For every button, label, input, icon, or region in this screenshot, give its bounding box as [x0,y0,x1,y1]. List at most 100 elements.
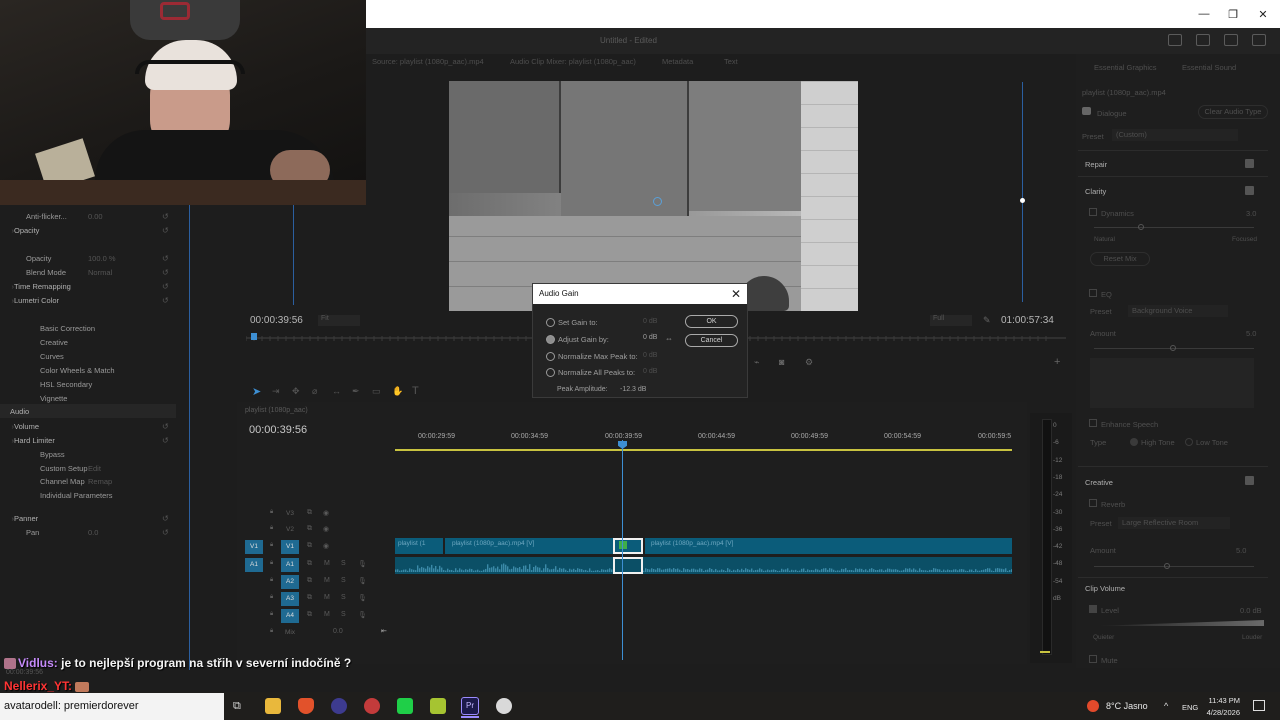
cancel-button[interactable]: Cancel [685,334,738,347]
lock-icon[interactable]: 🔒︎ [270,542,273,549]
minimize-button[interactable]: — [1189,0,1219,28]
reset-icon[interactable]: ↺ [162,282,169,291]
track-header-v2[interactable]: 🔒︎ V2 ⧉ ◉ [245,523,395,538]
lock-icon[interactable]: 🔒︎ [270,594,273,601]
monitor-playhead[interactable] [251,333,257,340]
effect-value[interactable]: Edit [88,464,101,473]
eq-preset-dropdown[interactable]: Background Voice [1128,305,1228,317]
effect-row[interactable]: Vignette [0,391,180,405]
selected-audio-clip[interactable] [613,557,643,574]
adjust-gain-value[interactable]: 0 dB [643,334,657,341]
track-target[interactable]: V1 [281,540,299,554]
chevron-up-icon[interactable]: ^ [1164,701,1168,711]
tab-source[interactable]: Source: playlist (1080p_aac).mp4 [372,57,484,66]
reset-icon[interactable]: ↺ [162,296,169,305]
reset-icon[interactable]: ↺ [162,514,169,523]
file-explorer-icon[interactable] [265,698,281,714]
fullscreen-icon[interactable] [1252,34,1266,46]
rectangle-icon[interactable]: ▭ [372,386,381,397]
track-target[interactable]: A4 [281,609,299,623]
mic-icon[interactable]: 🎙︎ [358,611,367,619]
reset-icon[interactable]: ↺ [162,268,169,277]
sync-lock-icon[interactable]: ⧉ [307,611,312,619]
language-indicator[interactable]: ENG [1182,703,1198,712]
eq-checkbox[interactable] [1089,289,1097,297]
add-button-icon[interactable]: + [1054,356,1060,368]
reverb-slider[interactable] [1094,566,1254,567]
timeline-timecode[interactable]: 00:00:39:56 [249,424,307,436]
track-header-v1[interactable]: V1 🔒︎ V1 ⧉ ◉ [245,540,395,555]
pen-icon[interactable]: ✒ [352,386,360,397]
mic-icon[interactable]: 🎙︎ [358,594,367,602]
app-icon[interactable] [430,698,446,714]
hand-icon[interactable]: ✋ [392,386,403,397]
eq-slider-knob[interactable] [1170,345,1176,351]
level-checkbox[interactable] [1089,605,1097,613]
brave-icon[interactable] [298,698,314,714]
source-patch[interactable]: A1 [245,558,263,572]
reset-icon[interactable]: ↺ [162,212,169,221]
effect-row[interactable]: › Opacity ↺ [0,223,180,237]
weather-text[interactable]: 8°C Jasno [1106,701,1148,711]
clip-label[interactable]: playlist (1080p_aac).mp4 [V] [651,540,733,547]
creative-checkbox[interactable] [1245,476,1254,485]
reset-button[interactable]: Reset Mix [1090,252,1150,266]
tab-metadata[interactable]: Metadata [662,57,693,66]
razor-icon[interactable]: ⌀ [312,386,317,397]
reverb-checkbox[interactable] [1089,499,1097,507]
mute-checkbox[interactable] [1089,655,1097,663]
high-tone-radio[interactable] [1130,438,1138,446]
track-target[interactable]: A2 [281,575,299,589]
effect-row[interactable]: Color Wheels & Match [0,363,180,377]
effect-row[interactable]: › Time Remapping ↺ [0,279,180,293]
effect-row[interactable]: › Panner ↺ [0,511,180,525]
clip-label[interactable]: playlist (1080p_aac).mp4 [V] [452,540,534,547]
close-button[interactable]: ✕ [1248,0,1278,28]
sync-lock-icon[interactable]: ⧉ [307,560,312,568]
reset-icon[interactable]: ↺ [162,226,169,235]
low-tone-radio[interactable] [1185,438,1193,446]
sync-lock-icon[interactable]: ⧉ [307,542,312,550]
ripple-icon[interactable]: ✥ [292,386,300,397]
option-normalize-max[interactable]: Normalize Max Peak to: [546,350,638,362]
radio-set-gain[interactable] [546,317,555,327]
mute-track-icon[interactable]: M [324,560,330,567]
mute-track-icon[interactable]: M [324,594,330,601]
dialog-close-icon[interactable]: ✕ [731,287,741,301]
option-normalize-all[interactable]: Normalize All Peaks to: [546,366,635,378]
lock-icon[interactable]: 🔒︎ [270,560,273,567]
track-target[interactable]: A1 [281,558,299,572]
preset-dropdown[interactable]: (Custom) [1112,129,1238,141]
reset-icon[interactable]: ↺ [162,422,169,431]
effect-row[interactable]: Opacity 100.0 % ↺ [0,251,180,265]
eye-icon[interactable]: ◉ [323,509,329,517]
repair-checkbox[interactable] [1245,159,1254,168]
fit-dropdown[interactable]: Fit [318,315,360,326]
eye-icon[interactable]: ◉ [323,542,329,550]
track-header-a2[interactable]: 🔒︎ A2 ⧉ M S 🎙︎ [245,575,395,590]
track-header-v3[interactable]: 🔒︎ V3 ⧉ ◉ [245,507,395,522]
radio-adjust-gain[interactable] [546,334,555,344]
lock-icon[interactable]: 🔒︎ [270,611,273,618]
effect-row[interactable]: Anti-flicker... 0.00 ↺ [0,209,180,223]
effect-value[interactable]: 0.0 [88,528,98,537]
slip-icon[interactable]: ↔ [332,386,341,396]
track-header-a4[interactable]: 🔒︎ A4 ⧉ M S 🎙︎ [245,609,395,624]
paint-icon[interactable] [496,698,512,714]
effect-row[interactable]: Creative [0,335,180,349]
camera-icon[interactable]: ◙ [779,357,784,367]
track-target[interactable]: Mix [281,626,299,640]
dynamics-slider-knob[interactable] [1138,224,1144,230]
go-to-end-icon[interactable]: ⇤ [381,627,387,635]
effect-row[interactable]: Blend Mode Normal ↺ [0,265,180,279]
track-target[interactable]: V2 [281,523,299,537]
effect-value[interactable]: 100.0 % [88,254,116,263]
export-frame-icon[interactable]: ⌁ [754,357,759,368]
reset-icon[interactable]: ↺ [162,254,169,263]
effect-row[interactable]: Pan 0.0 ↺ [0,525,180,539]
task-view-icon[interactable]: ⧉ [233,700,241,713]
track-header-mix[interactable]: 🔒︎ Mix 0.0 ⇤ [245,626,395,641]
sync-lock-icon[interactable]: ⧉ [307,525,312,533]
effect-row[interactable]: Bypass [0,447,180,461]
solo-track-icon[interactable]: S [341,594,346,601]
